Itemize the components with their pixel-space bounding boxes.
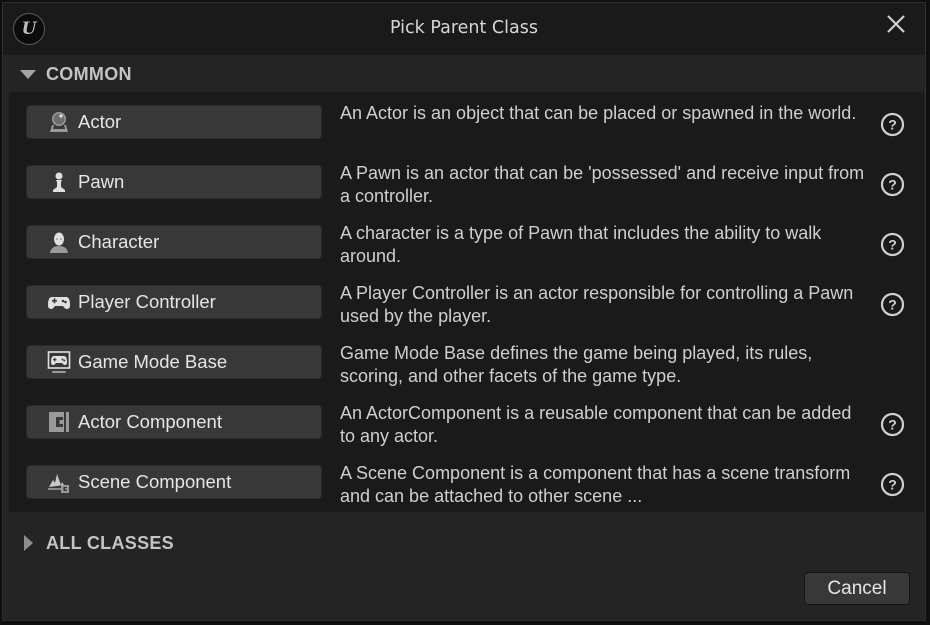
scene-component-class-button[interactable]: Scene Component (26, 465, 322, 499)
all-classes-section-header[interactable]: ALL CLASSES (3, 525, 925, 561)
svg-text:?: ? (888, 417, 897, 433)
class-label: Actor (78, 111, 122, 132)
class-description: A Scene Component is a component that ha… (340, 463, 851, 506)
title-bar: U Pick Parent Class (3, 3, 925, 55)
svg-text:?: ? (888, 237, 897, 253)
pick-parent-class-dialog: U Pick Parent Class COMMON Actor An Acto… (2, 2, 926, 621)
class-row-actor: Actor An Actor is an object that can be … (9, 92, 924, 152)
class-row-game-mode-base: Game Mode Base Game Mode Base defines th… (9, 332, 924, 392)
help-icon: ? (880, 472, 905, 497)
help-icon: ? (880, 412, 905, 437)
help-button[interactable]: ? (880, 292, 905, 317)
class-label: Game Mode Base (78, 351, 228, 372)
class-row-pawn: Pawn A Pawn is an actor that can be 'pos… (9, 152, 924, 212)
class-label: Player Controller (78, 291, 216, 312)
help-icon: ? (880, 292, 905, 317)
actor-component-class-button[interactable]: Actor Component (26, 405, 322, 439)
close-button[interactable] (885, 13, 907, 35)
class-row-actor-component: Actor Component An ActorComponent is a r… (9, 392, 924, 452)
class-row-character: Character A character is a type of Pawn … (9, 212, 924, 272)
common-section-header[interactable]: COMMON (3, 56, 925, 92)
svg-text:?: ? (888, 477, 897, 493)
actor-component-icon (47, 410, 71, 434)
help-button[interactable]: ? (880, 112, 905, 137)
class-description: A Player Controller is an actor responsi… (340, 283, 854, 326)
actor-sphere-icon (47, 110, 71, 134)
svg-text:?: ? (888, 297, 897, 313)
class-description: An ActorComponent is a reusable componen… (340, 403, 852, 446)
all-classes-section-label: ALL CLASSES (46, 532, 174, 553)
class-row-scene-component: Scene Component A Scene Component is a c… (9, 452, 924, 512)
player-controller-class-button[interactable]: Player Controller (26, 285, 322, 319)
common-section-label: COMMON (46, 63, 132, 84)
help-icon: ? (880, 112, 905, 137)
class-label: Pawn (78, 171, 125, 192)
class-description: An Actor is an object that can be placed… (340, 103, 857, 123)
cancel-button[interactable]: Cancel (804, 572, 910, 605)
dialog-title: Pick Parent Class (390, 18, 538, 38)
help-button[interactable]: ? (880, 232, 905, 257)
help-icon: ? (880, 232, 905, 257)
help-button[interactable]: ? (880, 172, 905, 197)
help-icon: ? (880, 172, 905, 197)
game-mode-base-class-button[interactable]: Game Mode Base (26, 345, 322, 379)
help-button[interactable]: ? (880, 412, 905, 437)
scene-component-icon (47, 470, 71, 494)
class-description: Game Mode Base defines the game being pl… (340, 343, 813, 386)
class-row-player-controller: Player Controller A Player Controller is… (9, 272, 924, 332)
class-description: A character is a type of Pawn that inclu… (340, 223, 822, 266)
actor-class-button[interactable]: Actor (26, 105, 322, 139)
help-button[interactable]: ? (880, 472, 905, 497)
pawn-class-button[interactable]: Pawn (26, 165, 322, 199)
close-icon (887, 15, 905, 33)
pawn-icon (47, 170, 71, 194)
class-label: Scene Component (78, 471, 232, 492)
game-mode-icon (47, 350, 71, 374)
character-icon (47, 230, 71, 254)
svg-text:?: ? (888, 177, 897, 193)
character-class-button[interactable]: Character (26, 225, 322, 259)
class-description: A Pawn is an actor that can be 'possesse… (340, 163, 865, 206)
common-class-list: Actor An Actor is an object that can be … (9, 92, 924, 512)
gamepad-icon (47, 290, 71, 314)
svg-text:?: ? (888, 117, 897, 133)
expand-arrow-icon (24, 535, 33, 551)
class-label: Actor Component (78, 411, 222, 432)
collapse-arrow-icon (20, 69, 36, 79)
class-label: Character (78, 231, 160, 252)
